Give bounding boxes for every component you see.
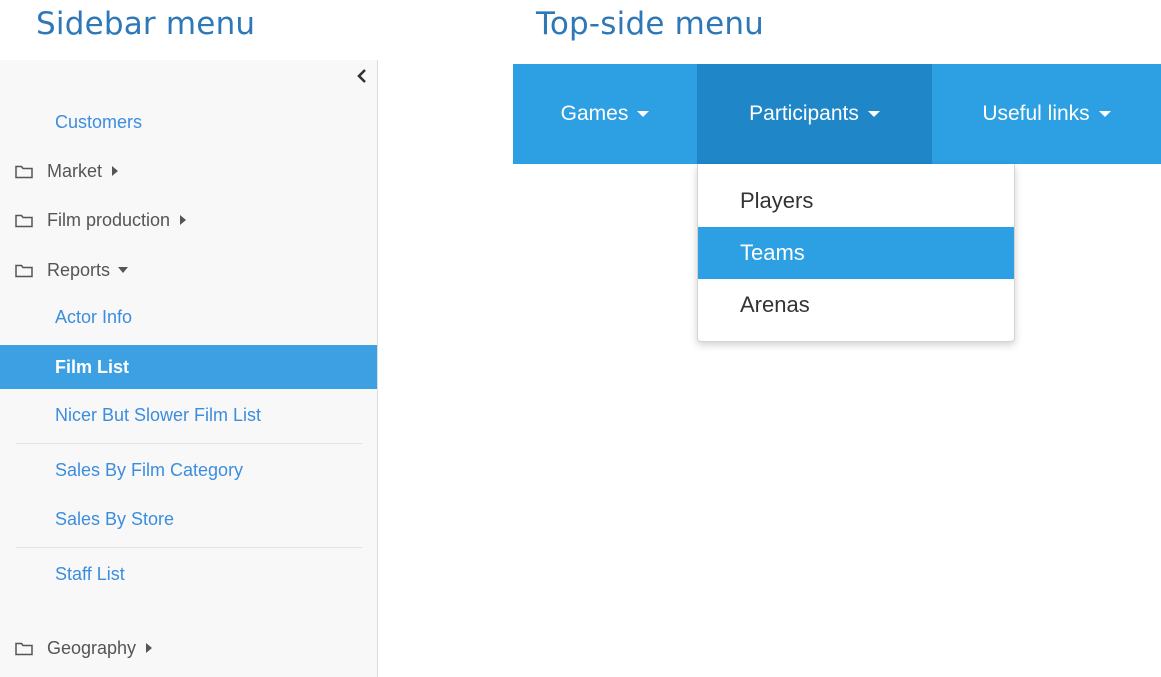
sidebar-item-nicer-but-slower-film-list[interactable]: Nicer But Slower Film List <box>0 393 377 437</box>
top-side-menu-heading: Top-side menu <box>536 6 765 42</box>
nav-item-useful-links[interactable]: Useful links <box>932 64 1161 164</box>
sidebar-item-label: Sales By Film Category <box>55 459 244 480</box>
sidebar-item-label: Customers <box>55 111 143 132</box>
sidebar-folder-film-production[interactable]: Film production <box>0 198 377 242</box>
sidebar-divider <box>16 443 362 444</box>
nav-item-label: Useful links <box>982 102 1090 125</box>
sidebar-item-sales-by-store[interactable]: Sales By Store <box>0 497 377 541</box>
sidebar-item-label: Geography <box>47 637 137 658</box>
nav-item-label: Participants <box>749 102 859 125</box>
sidebar-menu-heading: Sidebar menu <box>36 6 256 42</box>
sidebar: Customers Market Film production Reports… <box>0 60 378 677</box>
sidebar-item-film-list[interactable]: Film List <box>0 345 377 389</box>
sidebar-item-label: Film List <box>55 356 130 377</box>
sidebar-item-sales-by-film-category[interactable]: Sales By Film Category <box>0 448 377 492</box>
dropdown-item-label: Arenas <box>740 292 810 317</box>
sidebar-folder-geography[interactable]: Geography <box>0 626 377 670</box>
sidebar-folder-reports[interactable]: Reports <box>0 248 377 292</box>
chevron-left-icon[interactable] <box>355 66 369 86</box>
dropdown-item-arenas[interactable]: Arenas <box>698 279 1014 331</box>
caret-down-icon <box>118 267 129 273</box>
folder-icon <box>15 214 33 227</box>
caret-down-icon <box>637 111 650 117</box>
dropdown-item-label: Players <box>740 188 814 213</box>
sidebar-item-label: Nicer But Slower Film List <box>55 404 262 425</box>
folder-icon <box>15 264 33 277</box>
sidebar-folder-market[interactable]: Market <box>0 149 377 193</box>
caret-down-icon <box>1098 111 1111 117</box>
sidebar-item-label: Market <box>47 160 103 181</box>
sidebar-item-label: Staff List <box>55 563 125 584</box>
caret-right-icon <box>180 215 187 225</box>
dropdown-item-teams[interactable]: Teams <box>698 227 1014 279</box>
participants-dropdown-menu: Players Teams Arenas <box>697 164 1015 342</box>
dropdown-item-players[interactable]: Players <box>698 175 1014 227</box>
nav-item-participants[interactable]: Participants <box>697 64 932 164</box>
caret-right-icon <box>146 643 153 653</box>
sidebar-item-label: Sales By Store <box>55 508 175 529</box>
sidebar-item-label: Reports <box>47 259 111 280</box>
sidebar-item-actor-info[interactable]: Actor Info <box>0 295 377 339</box>
caret-right-icon <box>112 166 119 176</box>
nav-item-games[interactable]: Games <box>513 64 697 164</box>
sidebar-divider <box>16 547 362 548</box>
sidebar-item-label: Film production <box>47 209 171 230</box>
dropdown-item-label: Teams <box>740 240 805 265</box>
folder-icon <box>15 165 33 178</box>
nav-item-label: Games <box>560 102 629 125</box>
sidebar-item-staff-list[interactable]: Staff List <box>0 552 377 596</box>
caret-down-icon <box>867 111 880 117</box>
top-navbar: Games Participants Useful links <box>513 64 1161 164</box>
folder-icon <box>15 642 33 655</box>
sidebar-item-label: Actor Info <box>55 306 133 327</box>
sidebar-item-customers[interactable]: Customers <box>0 100 377 144</box>
